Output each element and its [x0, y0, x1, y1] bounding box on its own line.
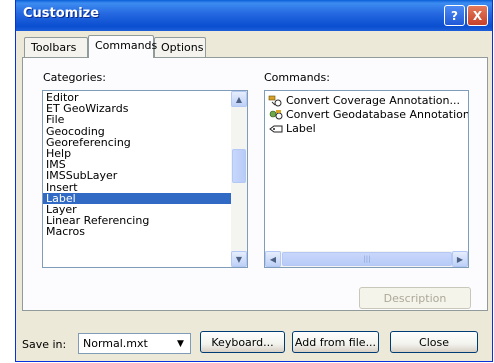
command-item[interactable]: Convert Coverage Annotation...: [265, 94, 468, 107]
customize-dialog: Customize ? X Toolbars Commands Options …: [15, 0, 493, 362]
commands-panel: Categories: Commands: Editor ET GeoWizard…: [22, 57, 488, 311]
annotation-convert-icon: [268, 109, 284, 121]
scroll-right-button[interactable]: ▶: [452, 251, 468, 267]
tab-options[interactable]: Options: [154, 37, 206, 57]
command-label: Label: [286, 122, 316, 135]
close-button[interactable]: Close: [390, 331, 478, 353]
window-title: Customize: [23, 6, 100, 21]
save-in-value: Normal.mxt: [83, 337, 148, 350]
commands-items: Convert Coverage Annotation... Convert Ge…: [265, 93, 468, 135]
window-close-button[interactable]: X: [467, 5, 488, 26]
chevron-down-icon[interactable]: ▼: [172, 335, 189, 352]
annotation-convert-icon: [268, 95, 284, 107]
category-item[interactable]: Macros: [43, 226, 232, 237]
tab-commands[interactable]: Commands: [88, 35, 157, 58]
save-in-select[interactable]: Normal.mxt ▼: [78, 333, 191, 354]
description-button[interactable]: Description: [359, 287, 471, 309]
command-item[interactable]: Convert Geodatabase Annotation...: [265, 108, 468, 121]
category-item[interactable]: Insert: [43, 181, 232, 193]
scroll-up-button[interactable]: ▲: [231, 91, 247, 107]
commands-list[interactable]: Convert Coverage Annotation... Convert Ge…: [264, 90, 469, 268]
categories-label: Categories:: [43, 71, 106, 84]
command-label: Convert Coverage Annotation...: [286, 94, 461, 107]
label-tag-icon: [268, 123, 284, 135]
keyboard-button[interactable]: Keyboard...: [200, 331, 285, 353]
category-item[interactable]: IMSSubLayer: [43, 170, 232, 181]
command-label: Convert Geodatabase Annotation...: [286, 108, 469, 121]
categories-items: Editor ET GeoWizards File Geocoding Georefer…: [43, 92, 232, 237]
category-item[interactable]: ET GeoWizards: [43, 103, 232, 114]
command-item[interactable]: Label: [265, 122, 468, 135]
scroll-thumb[interactable]: [232, 149, 246, 183]
save-in-label: Save in:: [22, 338, 67, 351]
tab-toolbars[interactable]: Toolbars: [24, 37, 88, 57]
title-bar[interactable]: Customize ? X: [16, 0, 492, 31]
commands-label: Commands:: [264, 71, 330, 84]
category-item[interactable]: Help: [43, 148, 232, 159]
help-button[interactable]: ?: [444, 5, 465, 26]
categories-list[interactable]: Editor ET GeoWizards File Geocoding Georefer…: [42, 90, 248, 268]
commands-hscrollbar[interactable]: ◀ ||| ▶: [265, 251, 468, 267]
categories-scrollbar[interactable]: ▲ ▼: [231, 91, 247, 267]
add-from-file-button[interactable]: Add from file...: [292, 331, 379, 353]
category-item[interactable]: Georeferencing: [43, 137, 232, 148]
category-item[interactable]: File: [43, 114, 232, 125]
hscroll-thumb[interactable]: |||: [282, 252, 452, 266]
scroll-left-button[interactable]: ◀: [265, 251, 281, 267]
scroll-down-button[interactable]: ▼: [231, 251, 247, 267]
